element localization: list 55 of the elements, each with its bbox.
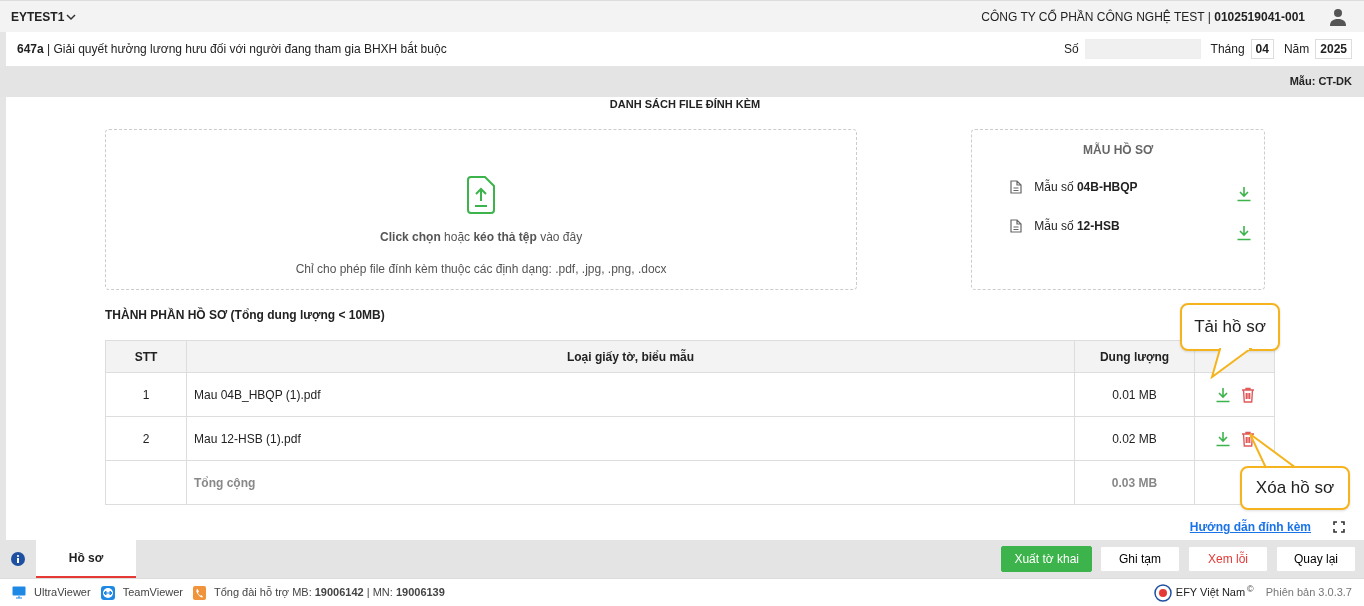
table-cell: 2 <box>105 416 187 461</box>
account-menu[interactable]: EYTEST1 <box>11 7 77 26</box>
download-icon[interactable] <box>1214 430 1231 447</box>
year-field[interactable]: 2025 <box>1315 39 1352 59</box>
tab[interactable]: Hồ sơ <box>36 540 136 578</box>
month-field[interactable]: 04 <box>1250 39 1274 59</box>
table-cell: 1 <box>105 372 187 417</box>
trash-icon[interactable] <box>1240 430 1255 447</box>
help-link[interactable]: Hướng dẫn đính kèm <box>1189 518 1311 536</box>
brand-name: EFY Việt Nam <box>1175 585 1246 601</box>
company-name: CÔNG TY CỔ PHẦN CÔNG NGHỆ TEST | 0102519041-001 <box>981 8 1305 26</box>
version-label: Phiên bản 3.0.3.7 <box>1265 585 1352 601</box>
template-link[interactable]: Mẫu số 04B-HBQP <box>1034 178 1138 196</box>
column-header: STT <box>105 340 187 373</box>
action-button[interactable]: Ghi tạm <box>1100 546 1180 572</box>
form-title: 647a | Giải quyết hưởng lương hưu đối với người đang tham gia BHXH bắt buộc <box>17 40 447 58</box>
monitor-icon <box>12 586 26 599</box>
column-header: Loại giấy tờ, biểu mẫu <box>186 340 1075 373</box>
template-code: Mẫu: CT-DK <box>1289 74 1352 90</box>
table-cell: Mau 04B_HBQP (1).pdf <box>186 372 1075 417</box>
table-cell: 0.02 MB <box>1074 416 1195 461</box>
download-icon[interactable] <box>1214 386 1231 403</box>
footer-link[interactable]: TeamViewer <box>122 584 183 601</box>
total-size: 0.03 MB <box>1074 460 1195 505</box>
table-cell: Mau 12-HSB (1).pdf <box>186 416 1075 461</box>
table-cell: 0.01 MB <box>1074 372 1195 417</box>
document-icon <box>1010 180 1023 194</box>
footer-link[interactable]: Tổng đài hỗ trợ MB: 19006142 | MN: 19006139 <box>214 584 445 601</box>
document-icon <box>1010 219 1023 233</box>
footer-link[interactable]: UltraViewer <box>34 584 91 601</box>
template-link[interactable]: Mẫu số 12-HSB <box>1034 217 1120 235</box>
action-button[interactable]: Xem lỗi <box>1188 546 1268 572</box>
upload-instruction: Click chọn hoặc kéo thả tệp vào đây <box>380 229 583 246</box>
templates-title: MẪU HỒ SƠ <box>1083 141 1154 159</box>
chevron-down-icon[interactable] <box>66 12 77 21</box>
phone-icon <box>193 585 206 600</box>
arrows-icon <box>100 585 115 600</box>
fullscreen-icon[interactable] <box>1333 521 1345 533</box>
section-title: DANH SÁCH FILE ĐÍNH KÈM <box>609 96 761 112</box>
upload-hint: Chỉ cho phép file đính kèm thuộc các định dạng: .pdf, .jpg, .png, .docx <box>295 261 667 278</box>
upload-dropzone[interactable]: Click chọn hoặc kéo thả tệp vào đây Chỉ cho phép file đính kèm thuộc các định dạng: .pdf, .jpg, .png, .docx <box>105 129 858 290</box>
action-button[interactable]: Quay lại <box>1276 546 1356 572</box>
info-icon[interactable] <box>11 552 25 566</box>
download-icon[interactable] <box>1236 225 1252 241</box>
month-label: Tháng <box>1210 41 1245 58</box>
table-title: THÀNH PHẦN HỒ SƠ (Tổng dung lượng < 10MB) <box>105 306 386 324</box>
brand-logo-icon <box>1153 583 1172 602</box>
upload-file-icon <box>466 176 497 214</box>
download-icon[interactable] <box>1236 186 1252 202</box>
user-icon[interactable] <box>1329 7 1347 26</box>
copyright-mark: © <box>1247 583 1254 596</box>
year-label: Năm <box>1283 41 1310 58</box>
total-label: Tổng cộng <box>186 460 1075 505</box>
trash-icon[interactable] <box>1240 386 1255 403</box>
number-label: Số <box>1063 41 1079 58</box>
